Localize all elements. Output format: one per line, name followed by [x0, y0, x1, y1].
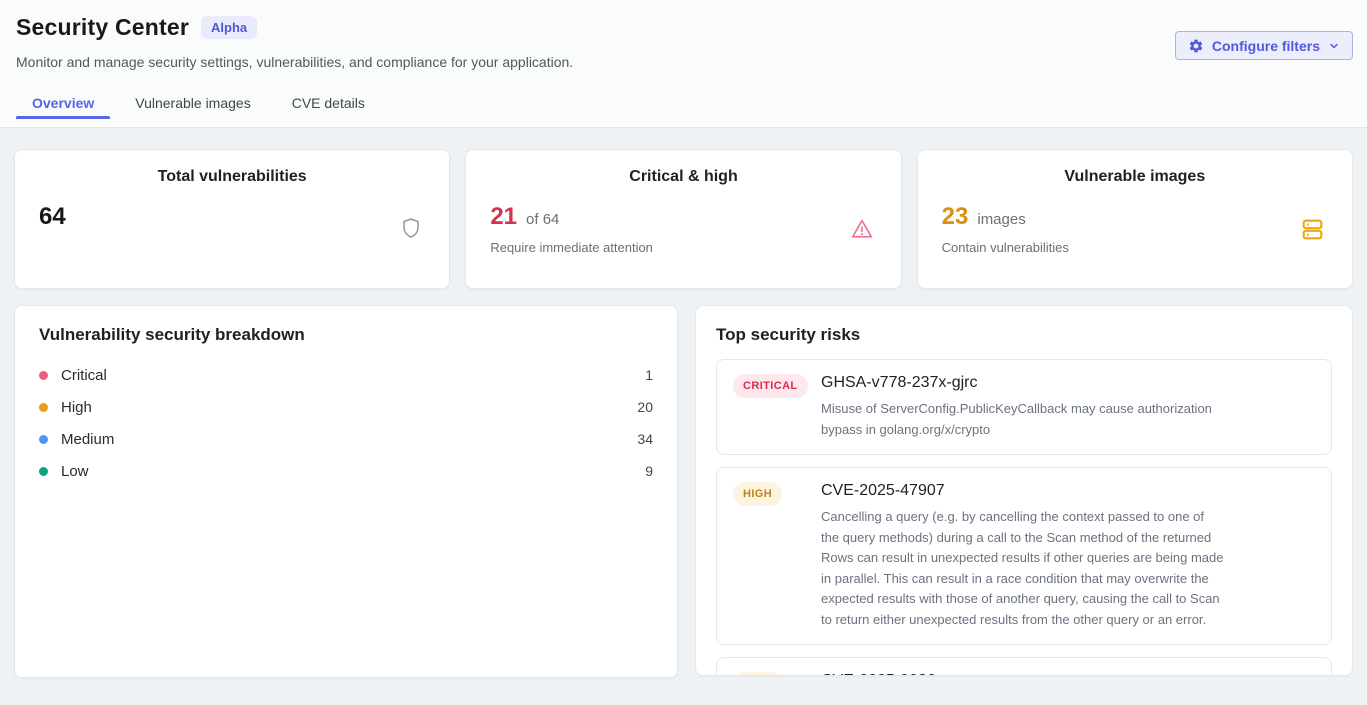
risk-id: GHSA-v778-237x-gjrc: [821, 374, 1225, 392]
stat-card-title: Total vulnerabilities: [39, 168, 425, 186]
stat-card-title: Critical & high: [490, 168, 876, 186]
total-vulnerabilities-value: 64: [39, 203, 66, 231]
low-dot-icon: [39, 467, 48, 476]
vulnerable-images-subtitle: Contain vulnerabilities: [942, 240, 1328, 255]
gear-icon: [1188, 38, 1204, 54]
warning-triangle-icon: [849, 216, 875, 247]
breakdown-label: High: [61, 399, 92, 416]
main-content: Total vulnerabilities 64 Critical & high…: [0, 128, 1367, 678]
breakdown-row-critical: Critical 1: [39, 359, 653, 391]
risk-list: CRITICAL GHSA-v778-237x-gjrc Misuse of S…: [716, 359, 1332, 676]
stat-card-total-vulnerabilities: Total vulnerabilities 64: [14, 149, 450, 289]
shield-icon: [399, 216, 423, 245]
high-dot-icon: [39, 403, 48, 412]
page-title: Security Center: [16, 14, 189, 41]
tab-bar: Overview Vulnerable images CVE details: [16, 86, 1353, 119]
stat-card-vulnerable-images: Vulnerable images 23 images Contain vuln…: [917, 149, 1353, 289]
breakdown-count: 34: [637, 431, 653, 447]
configure-filters-label: Configure filters: [1212, 38, 1320, 54]
severity-badge-critical: CRITICAL: [733, 374, 808, 398]
tab-cve-details[interactable]: CVE details: [276, 86, 381, 119]
stat-card-row: Total vulnerabilities 64 Critical & high…: [14, 149, 1353, 289]
vulnerability-breakdown-panel: Vulnerability security breakdown Critica…: [14, 305, 678, 678]
critical-high-value: 21: [490, 203, 517, 231]
page-header: Security Center Alpha Monitor and manage…: [0, 0, 1367, 128]
risk-description: Misuse of ServerConfig.PublicKeyCallback…: [821, 399, 1225, 440]
tab-vulnerable-images[interactable]: Vulnerable images: [119, 86, 266, 119]
risk-id: CVE-2025-47907: [821, 482, 1225, 500]
configure-filters-button[interactable]: Configure filters: [1175, 31, 1353, 60]
breakdown-label: Low: [61, 463, 89, 480]
breakdown-label: Medium: [61, 431, 114, 448]
stat-card-critical-high: Critical & high 21 of 64 Require immedia…: [465, 149, 901, 289]
risk-id: CVE-2025-9086: [821, 672, 1225, 676]
critical-dot-icon: [39, 371, 48, 380]
risk-description: Cancelling a query (e.g. by cancelling t…: [821, 507, 1225, 630]
risk-card-cve-2025-9086[interactable]: HIGH CVE-2025-9086: [716, 657, 1332, 676]
panel-row: Vulnerability security breakdown Critica…: [14, 305, 1353, 678]
medium-dot-icon: [39, 435, 48, 444]
critical-high-subtitle: Require immediate attention: [490, 240, 876, 255]
breakdown-row-low: Low 9: [39, 455, 653, 487]
chevron-down-icon: [1328, 40, 1340, 52]
breakdown-count: 20: [637, 399, 653, 415]
breakdown-list: Critical 1 High 20 Medium 34: [39, 359, 653, 487]
vulnerable-images-suffix: images: [977, 211, 1025, 228]
breakdown-row-medium: Medium 34: [39, 423, 653, 455]
critical-high-suffix: of 64: [526, 211, 559, 228]
tab-overview[interactable]: Overview: [16, 86, 110, 119]
breakdown-count: 1: [645, 367, 653, 383]
severity-badge-high: HIGH: [733, 672, 782, 676]
image-stack-icon: [1299, 216, 1326, 248]
breakdown-label: Critical: [61, 367, 107, 384]
stat-card-title: Vulnerable images: [942, 168, 1328, 186]
top-risks-title: Top security risks: [716, 325, 1332, 345]
title-row: Security Center Alpha: [16, 14, 1353, 41]
page-subtitle: Monitor and manage security settings, vu…: [16, 54, 1353, 70]
risk-card-cve-2025-47907[interactable]: HIGH CVE-2025-47907 Cancelling a query (…: [716, 467, 1332, 645]
risk-card-ghsa-v778-237x-gjrc[interactable]: CRITICAL GHSA-v778-237x-gjrc Misuse of S…: [716, 359, 1332, 455]
severity-badge-high: HIGH: [733, 482, 782, 506]
breakdown-row-high: High 20: [39, 391, 653, 423]
alpha-badge: Alpha: [201, 16, 257, 40]
breakdown-count: 9: [645, 463, 653, 479]
breakdown-title: Vulnerability security breakdown: [39, 325, 653, 345]
top-security-risks-panel: Top security risks CRITICAL GHSA-v778-23…: [695, 305, 1353, 676]
vulnerable-images-value: 23: [942, 203, 969, 231]
